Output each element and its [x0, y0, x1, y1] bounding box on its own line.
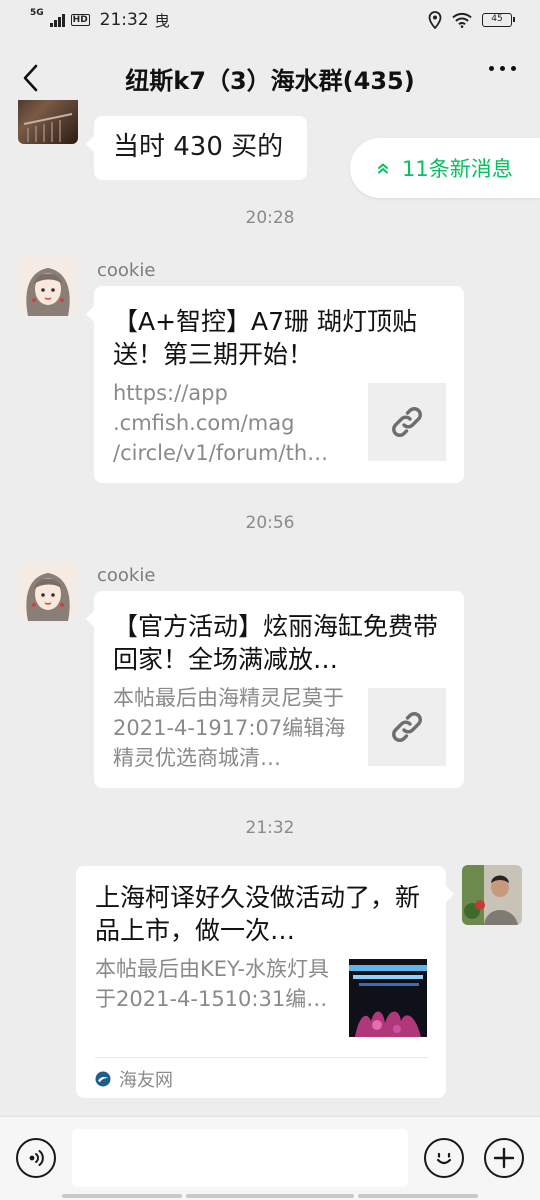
- back-button[interactable]: [14, 60, 50, 96]
- emoji-button[interactable]: [424, 1138, 464, 1178]
- link-thumbnail: [368, 688, 446, 766]
- link-icon: [392, 407, 422, 437]
- location-icon: [428, 11, 442, 29]
- new-messages-label: 11条新消息: [402, 157, 513, 181]
- message-bubble[interactable]: 当时 430 买的: [86, 116, 307, 180]
- message-input[interactable]: [72, 1129, 408, 1187]
- chevron-left-icon: [23, 64, 38, 92]
- sender-name: cookie: [97, 260, 156, 281]
- link-card-description: 本帖最后由KEY-水族灯具于2021-4-1510:31编…: [95, 957, 329, 1011]
- voice-button[interactable]: [16, 1138, 56, 1178]
- more-dot-icon: [500, 66, 505, 71]
- link-card-title: 上海柯译好久没做活动了，新品上市，做一次…: [95, 883, 421, 945]
- emoji-icon: [436, 1152, 452, 1165]
- link-card[interactable]: 上海柯译好久没做活动了，新品上市，做一次… 本帖最后由KEY-水族灯具于2021…: [76, 866, 454, 1098]
- network-label: 5G: [30, 7, 44, 18]
- source-name: 海友网: [119, 1070, 173, 1091]
- sender-name: cookie: [97, 565, 156, 586]
- link-card-title: 【A+智控】A7珊 瑚灯顶贴送！第三期开始！: [113, 307, 418, 369]
- link-card-description: 本帖最后由海精灵尼莫于2021-4-1917:07编辑海精灵优选商城清…: [113, 686, 346, 770]
- link-card-title: 【官方活动】炫丽海缸免费带回家！全场满减放…: [113, 612, 439, 674]
- gesture-bar: [358, 1194, 478, 1198]
- avatar[interactable]: [18, 561, 78, 621]
- link-icon: [392, 712, 422, 742]
- more-functions-button[interactable]: [484, 1138, 524, 1178]
- link-thumbnail: [349, 959, 427, 1037]
- battery-icon: 45: [482, 13, 515, 27]
- status-time: 21:32: [99, 10, 149, 30]
- wifi-icon: [452, 12, 472, 28]
- avatar[interactable]: [18, 100, 78, 144]
- plus-icon: [493, 1147, 515, 1169]
- message-text: 当时 430 买的: [113, 132, 284, 162]
- hd-badge: HD: [70, 14, 90, 26]
- double-chevron-up-icon: [378, 163, 388, 174]
- link-card-description: https://app .cmfish.com/mag /circle/v1/f…: [113, 381, 329, 465]
- more-dot-icon: [511, 66, 516, 71]
- timestamp: 20:56: [245, 513, 295, 533]
- voice-icon: [29, 1150, 44, 1166]
- gesture-bar: [62, 1194, 182, 1198]
- link-source: 海友网: [95, 1066, 173, 1092]
- card-divider: [95, 1057, 428, 1058]
- avatar[interactable]: [18, 256, 78, 316]
- link-card[interactable]: 【A+智控】A7珊 瑚灯顶贴送！第三期开始！ https://app .cmfi…: [86, 286, 464, 483]
- input-bar: [0, 1116, 540, 1200]
- notification-icon: 曳: [154, 11, 170, 30]
- timestamp: 20:28: [245, 208, 295, 228]
- source-logo-icon: [95, 1071, 111, 1087]
- more-dot-icon: [489, 66, 494, 71]
- status-bar: 5G HD 21:32 曳 45: [0, 0, 540, 40]
- timestamp: 21:32: [245, 818, 295, 838]
- signal-icon: [49, 13, 65, 27]
- my-avatar[interactable]: [462, 865, 522, 925]
- new-messages-button[interactable]: 11条新消息: [350, 138, 540, 198]
- link-card[interactable]: 【官方活动】炫丽海缸免费带回家！全场满减放… 本帖最后由海精灵尼莫于2021-4…: [86, 591, 464, 788]
- more-button[interactable]: [489, 66, 516, 71]
- message-list[interactable]: 当时 430 买的 20:28 cookie 【A+智控】A7珊 瑚灯顶贴送！第…: [0, 100, 540, 1116]
- aquarium-image: [349, 959, 427, 1037]
- chat-title: 纽斯k7（3）海水群(435): [125, 66, 415, 95]
- link-thumbnail: [368, 383, 446, 461]
- gesture-bar: [186, 1194, 354, 1198]
